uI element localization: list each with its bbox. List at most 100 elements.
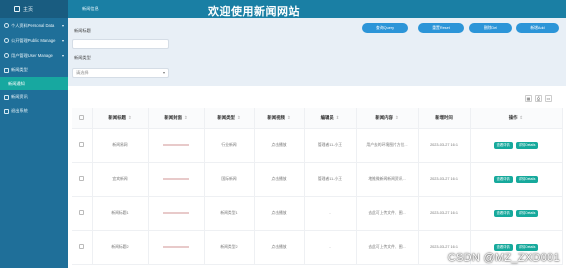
page-title: 欢迎使用新闻网站 [208, 6, 300, 18]
view-button[interactable]: 查看详情 [493, 175, 513, 183]
sidebar-menu-label: 用户管理User Manage [11, 52, 53, 58]
news-table: 新闻标题 ⇕ 新闻封面 ⇕ 新闻类型 ⇕ 新闻视频 ⇕ 编辑员 ⇕ 新闻内容 ⇕ 新增时间 … [72, 108, 563, 265]
type-select[interactable]: 请选择 ▾ [72, 68, 169, 78]
chevron-down-icon: ▾ [61, 53, 64, 58]
column-header: 操作 ⇕ [470, 108, 563, 129]
cell-editor: 管理者11-小王 [304, 128, 357, 163]
filter-columns-icon[interactable]: ▦ [525, 95, 532, 102]
cell-time: 2023-03-27 16:1 [418, 128, 471, 163]
cell-content: 地推微新闻新闻资讯... [356, 162, 419, 197]
sidebar-menu-public[interactable]: 公开管理Public Manage ▾ [0, 33, 68, 48]
table-row[interactable]: 新闻易网 行业新闻 点击播放 管理者11-小王 用户去的环境图片方位... 20… [72, 128, 563, 163]
print-icon[interactable]: ⎙ [535, 95, 542, 102]
type-field-label: 新闻类型 [74, 55, 91, 60]
sort-icon: ⇕ [236, 114, 241, 120]
row-checkbox[interactable] [79, 176, 85, 181]
export-icon[interactable]: ▭ [545, 95, 552, 102]
details-button[interactable]: 详情Details [515, 175, 539, 183]
sidebar-section-news-type[interactable]: 新闻类型 [0, 63, 68, 77]
column-header[interactable]: 新闻封面 ⇕ [148, 108, 205, 129]
add-button[interactable]: 新增Add [516, 23, 559, 33]
sidebar-menu-label: 个人资料Personal Data [11, 22, 55, 28]
column-header[interactable]: 新闻内容 ⇕ [356, 108, 419, 129]
column-header-label: 新闻视频 [267, 114, 285, 120]
column-header[interactable]: 新闻类型 ⇕ [204, 108, 255, 129]
sort-icon: ⇕ [286, 114, 291, 120]
sidebar-menu-personal[interactable]: 个人资料Personal Data ▾ [0, 18, 68, 33]
column-header[interactable]: 新闻标题 ⇕ [92, 108, 149, 129]
cell-actions: 查看详情 详情Details [470, 128, 563, 163]
sort-icon: ⇕ [183, 114, 188, 120]
cover-image [163, 178, 189, 180]
table-toolbar: ▦ ⎙ ▭ [525, 95, 552, 102]
breadcrumb[interactable]: 新闻信息 [82, 6, 99, 12]
row-checkbox[interactable] [79, 244, 85, 249]
view-button[interactable]: 查看详情 [493, 141, 513, 149]
home-icon [14, 6, 20, 12]
cell-time: 2023-03-27 16:1 [418, 196, 471, 231]
cell-title: 宜宾新闻 [92, 162, 149, 197]
sidebar-menu-label: 公开管理Public Manage [11, 37, 56, 43]
cell-title: 新闻标题2 [92, 230, 149, 265]
chevron-down-icon: ▾ [61, 38, 64, 43]
sidebar: 主页 个人资料Personal Data ▾ 公开管理Public Manage… [0, 0, 68, 268]
cell-time: 2023-03-27 16:1 [418, 162, 471, 197]
cell-cover [148, 128, 205, 163]
logout-icon [4, 108, 9, 114]
table-row[interactable]: 新闻标题1 新闻类型1 点击播放 - 去此可上传文件、图... 2023-03-… [72, 196, 563, 231]
sidebar-item-label: 新闻通知 [8, 80, 25, 86]
cell-video[interactable]: 点击播放 [254, 162, 305, 197]
column-header[interactable]: 新闻视频 ⇕ [254, 108, 305, 129]
cell-content: 用户去的环境图片方位... [356, 128, 419, 163]
cell-editor: - [304, 230, 357, 265]
sidebar-menu-user[interactable]: 用户管理User Manage ▾ [0, 48, 68, 63]
select-all-cell[interactable] [72, 108, 93, 129]
view-button[interactable]: 查看详情 [493, 243, 513, 251]
select-all-checkbox[interactable] [79, 114, 85, 120]
details-button[interactable]: 详情Details [515, 243, 539, 251]
search-panel: 新闻标题 新闻类型 请选择 ▾ 查询Query 重置Reset 删除Del 新增… [68, 18, 566, 86]
sort-icon: ⇕ [394, 114, 399, 120]
column-header[interactable]: 新增时间 [418, 108, 471, 129]
cell-video[interactable]: 点击播放 [254, 230, 305, 265]
column-header[interactable]: 编辑员 ⇕ [304, 108, 357, 129]
cell-video[interactable]: 点击播放 [254, 196, 305, 231]
cell-content: 去此可上传文件、图... [356, 196, 419, 231]
cell-cover [148, 230, 205, 265]
sidebar-item-news-notice[interactable]: 新闻通知 [0, 77, 68, 90]
table-row[interactable]: 宜宾新闻 国际新闻 点击播放 管理者11-小王 地推微新闻新闻资讯... 202… [72, 162, 563, 197]
public-icon [4, 38, 9, 43]
view-button[interactable]: 查看详情 [493, 209, 513, 217]
sidebar-item-news[interactable]: 新闻资讯 [0, 90, 68, 104]
top-header: 新闻信息 欢迎使用新闻网站 [68, 0, 566, 18]
cover-image [163, 246, 189, 248]
query-button[interactable]: 查询Query [362, 23, 408, 33]
type-select-value: 请选择 [76, 70, 89, 75]
cell-title: 新闻标题1 [92, 196, 149, 231]
sidebar-home[interactable]: 主页 [0, 0, 68, 18]
row-checkbox[interactable] [79, 142, 85, 147]
table-header-row: 新闻标题 ⇕ 新闻封面 ⇕ 新闻类型 ⇕ 新闻视频 ⇕ 编辑员 ⇕ 新闻内容 ⇕ 新增时间 … [72, 108, 563, 129]
chevron-down-icon: ▾ [61, 23, 64, 28]
sidebar-item-logout[interactable]: 退出系统 [0, 104, 68, 118]
column-header-label: 新增时间 [435, 114, 453, 120]
cell-video[interactable]: 点击播放 [254, 128, 305, 163]
column-header-label: 新闻类型 [217, 114, 235, 120]
cell-cover [148, 196, 205, 231]
cell-content: 去此可上传文件、图... [356, 230, 419, 265]
sort-icon: ⇕ [519, 114, 524, 120]
details-button[interactable]: 详情Details [515, 209, 539, 217]
title-search-input[interactable] [72, 39, 169, 49]
cover-image [163, 212, 189, 214]
sidebar-item-label: 新闻资讯 [11, 94, 28, 99]
title-field-label: 新闻标题 [74, 28, 91, 33]
column-header-label: 编辑员 [320, 114, 334, 120]
reset-button[interactable]: 重置Reset [418, 23, 464, 33]
sort-icon: ⇕ [127, 114, 132, 120]
watermark: CSDN @MZ_ZXD001 [447, 252, 560, 264]
sidebar-home-label: 主页 [23, 6, 34, 13]
row-checkbox[interactable] [79, 210, 85, 215]
cell-title: 新闻易网 [92, 128, 149, 163]
details-button[interactable]: 详情Details [515, 141, 539, 149]
delete-button[interactable]: 删除Del [469, 23, 512, 33]
